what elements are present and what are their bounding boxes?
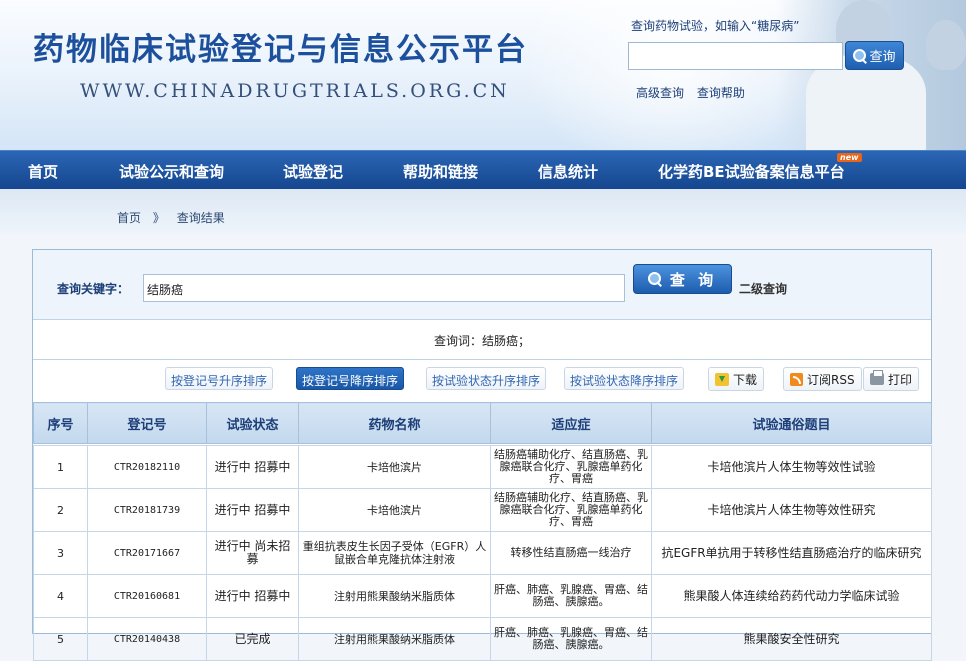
col-header-indication: 适应症 <box>490 402 652 444</box>
table-row[interactable]: 2 CTR20181739 进行中 招募中 卡培他滨片 结肠癌辅助化疗、结直肠癌… <box>33 488 932 532</box>
print-button[interactable]: 打印 <box>863 367 920 391</box>
sort-toolbar: 按登记号升序排序 按登记号降序排序 按试验状态升序排序 按试验状态降序排序 下载… <box>33 360 931 402</box>
nav-item-trial-query[interactable]: 试验公示和查询 <box>119 161 224 182</box>
cell-indication: 转移性结直肠癌一线治疗 <box>490 531 652 575</box>
rss-button[interactable]: 订阅RSS <box>783 367 862 391</box>
site-url: WWW.CHINADRUGTRIALS.ORG.CN <box>80 80 510 102</box>
download-label: 下载 <box>733 372 758 387</box>
cell-drug: 注射用熊果酸纳米脂质体 <box>298 617 491 661</box>
cell-drug: 注射用熊果酸纳米脂质体 <box>298 574 491 618</box>
table-row[interactable]: 4 CTR20160681 进行中 招募中 注射用熊果酸纳米脂质体 肝癌、肺癌、… <box>33 574 932 618</box>
cell-indication: 肝癌、肺癌、乳腺癌、胃癌、结肠癌、胰腺癌。 <box>490 617 652 661</box>
cell-reg[interactable]: CTR20140438 <box>87 617 207 661</box>
keyword-label: 查询关键字： <box>57 282 130 296</box>
top-search-input[interactable] <box>628 42 843 70</box>
col-header-no: 序号 <box>33 402 88 444</box>
main-search-button-label: 查 询 <box>669 270 718 289</box>
main-search-button[interactable]: 查 询 <box>633 264 732 294</box>
cell-indication: 结肠癌辅助化疗、结直肠癌、乳腺癌联合化疗、乳腺癌单药化疗、胃癌 <box>490 445 652 489</box>
cell-title[interactable]: 熊果酸人体连续给药药代动力学临床试验 <box>651 574 932 618</box>
rss-icon <box>790 372 803 386</box>
search-hint: 查询药物试验，如输入“糖尿病” <box>631 19 800 33</box>
advanced-search-link[interactable]: 高级查询 <box>636 86 684 100</box>
results-table: 序号 登记号 试验状态 药物名称 适应症 试验通俗题目 1 CTR2018211… <box>33 402 932 661</box>
query-word-row: 查询词：结肠癌； <box>33 320 931 360</box>
nav-item-help-links[interactable]: 帮助和链接 <box>403 161 478 182</box>
nav-item-statistics[interactable]: 信息统计 <box>538 161 598 182</box>
results-panel: 查询关键字： 结肠癌 查 询 二级查询 查询词：结肠癌； 按登记号升序排序 按登… <box>32 249 932 661</box>
level2-query-link[interactable]: 二级查询 <box>739 280 787 297</box>
nav-item-registration[interactable]: 试验登记 <box>283 161 343 182</box>
search-help-link[interactable]: 查询帮助 <box>697 86 745 100</box>
col-header-reg: 登记号 <box>87 402 207 444</box>
cell-no: 2 <box>33 488 88 532</box>
cell-status: 进行中 尚未招募 <box>206 531 299 575</box>
top-search-button-label: 查询 <box>869 50 896 65</box>
breadcrumb: 首页 》 查询结果 <box>117 209 225 226</box>
print-icon <box>870 370 884 385</box>
download-button[interactable]: 下载 <box>708 367 765 391</box>
cell-title[interactable]: 熊果酸安全性研究 <box>651 617 932 661</box>
cell-title[interactable]: 卡培他滨片人体生物等效性研究 <box>651 488 932 532</box>
table-row[interactable]: 1 CTR20182110 进行中 招募中 卡培他滨片 结肠癌辅助化疗、结直肠癌… <box>33 445 932 489</box>
breadcrumb-home[interactable]: 首页 <box>117 211 141 225</box>
sort-status-desc-button[interactable]: 按试验状态降序排序 <box>564 367 685 390</box>
site-header: 药物临床试验登记与信息公示平台 WWW.CHINADRUGTRIALS.ORG.… <box>0 0 966 150</box>
cell-no: 3 <box>33 531 88 575</box>
nav-item-home[interactable]: 首页 <box>28 161 58 182</box>
header-photo <box>776 0 966 150</box>
cell-no: 4 <box>33 574 88 618</box>
cell-title[interactable]: 抗EGFR单抗用于转移性结直肠癌治疗的临床研究 <box>651 531 932 575</box>
table-row[interactable]: 3 CTR20171667 进行中 尚未招募 重组抗表皮生长因子受体（EGFR）… <box>33 531 932 575</box>
cell-no: 5 <box>33 617 88 661</box>
cell-status: 进行中 招募中 <box>206 574 299 618</box>
download-icon <box>715 372 729 386</box>
cell-drug: 卡培他滨片 <box>298 445 491 489</box>
cell-drug: 卡培他滨片 <box>298 488 491 532</box>
nav-item-be-platform[interactable]: 化学药BE试验备案信息平台 <box>658 161 845 182</box>
breadcrumb-current: 查询结果 <box>176 211 225 225</box>
cell-indication: 结肠癌辅助化疗、结直肠癌、乳腺癌联合化疗、乳腺癌单药化疗、胃癌 <box>490 488 652 532</box>
table-header-row: 序号 登记号 试验状态 药物名称 适应症 试验通俗题目 <box>33 402 932 444</box>
rss-label: 订阅RSS <box>807 372 855 387</box>
site-title[interactable]: 药物临床试验登记与信息公示平台 <box>33 24 528 69</box>
cell-no: 1 <box>33 445 88 489</box>
cell-status: 进行中 招募中 <box>206 488 299 532</box>
sort-status-asc-button[interactable]: 按试验状态升序排序 <box>426 367 547 390</box>
breadcrumb-bar: 首页 》 查询结果 <box>0 189 966 234</box>
cell-title[interactable]: 卡培他滨片人体生物等效性试验 <box>651 445 932 489</box>
keyword-input[interactable]: 结肠癌 <box>143 274 625 302</box>
col-header-title: 试验通俗题目 <box>651 402 932 444</box>
search-icon <box>647 272 662 286</box>
breadcrumb-separator: 》 <box>152 211 165 225</box>
cell-reg[interactable]: CTR20182110 <box>87 445 207 489</box>
main-nav: 首页 试验公示和查询 试验登记 帮助和链接 信息统计 化学药BE试验备案信息平台… <box>0 150 966 189</box>
table-row[interactable]: 5 CTR20140438 已完成 注射用熊果酸纳米脂质体 肝癌、肺癌、乳腺癌、… <box>33 617 932 661</box>
cell-status: 进行中 招募中 <box>206 445 299 489</box>
cell-drug: 重组抗表皮生长因子受体（EGFR）人鼠嵌合单克隆抗体注射液 <box>298 531 491 575</box>
col-header-drug: 药物名称 <box>298 402 491 444</box>
sort-reg-desc-button[interactable]: 按登记号降序排序 <box>296 367 405 390</box>
cell-status: 已完成 <box>206 617 299 661</box>
header-links: 高级查询 查询帮助 <box>636 84 754 101</box>
doctor2-head-image <box>926 20 966 70</box>
search-icon <box>853 48 867 63</box>
cell-indication: 肝癌、肺癌、乳腺癌、胃癌、结肠癌、胰腺癌。 <box>490 574 652 618</box>
top-search-button[interactable]: 查询 <box>845 41 904 70</box>
new-badge: new <box>837 153 862 162</box>
sort-reg-asc-button[interactable]: 按登记号升序排序 <box>165 367 274 390</box>
col-header-status: 试验状态 <box>206 402 299 444</box>
query-row: 查询关键字： 结肠癌 查 询 二级查询 <box>33 250 931 320</box>
cell-reg[interactable]: CTR20160681 <box>87 574 207 618</box>
print-label: 打印 <box>888 372 913 387</box>
cell-reg[interactable]: CTR20171667 <box>87 531 207 575</box>
query-word-text: 查询词：结肠癌； <box>433 334 530 348</box>
cell-reg[interactable]: CTR20181739 <box>87 488 207 532</box>
